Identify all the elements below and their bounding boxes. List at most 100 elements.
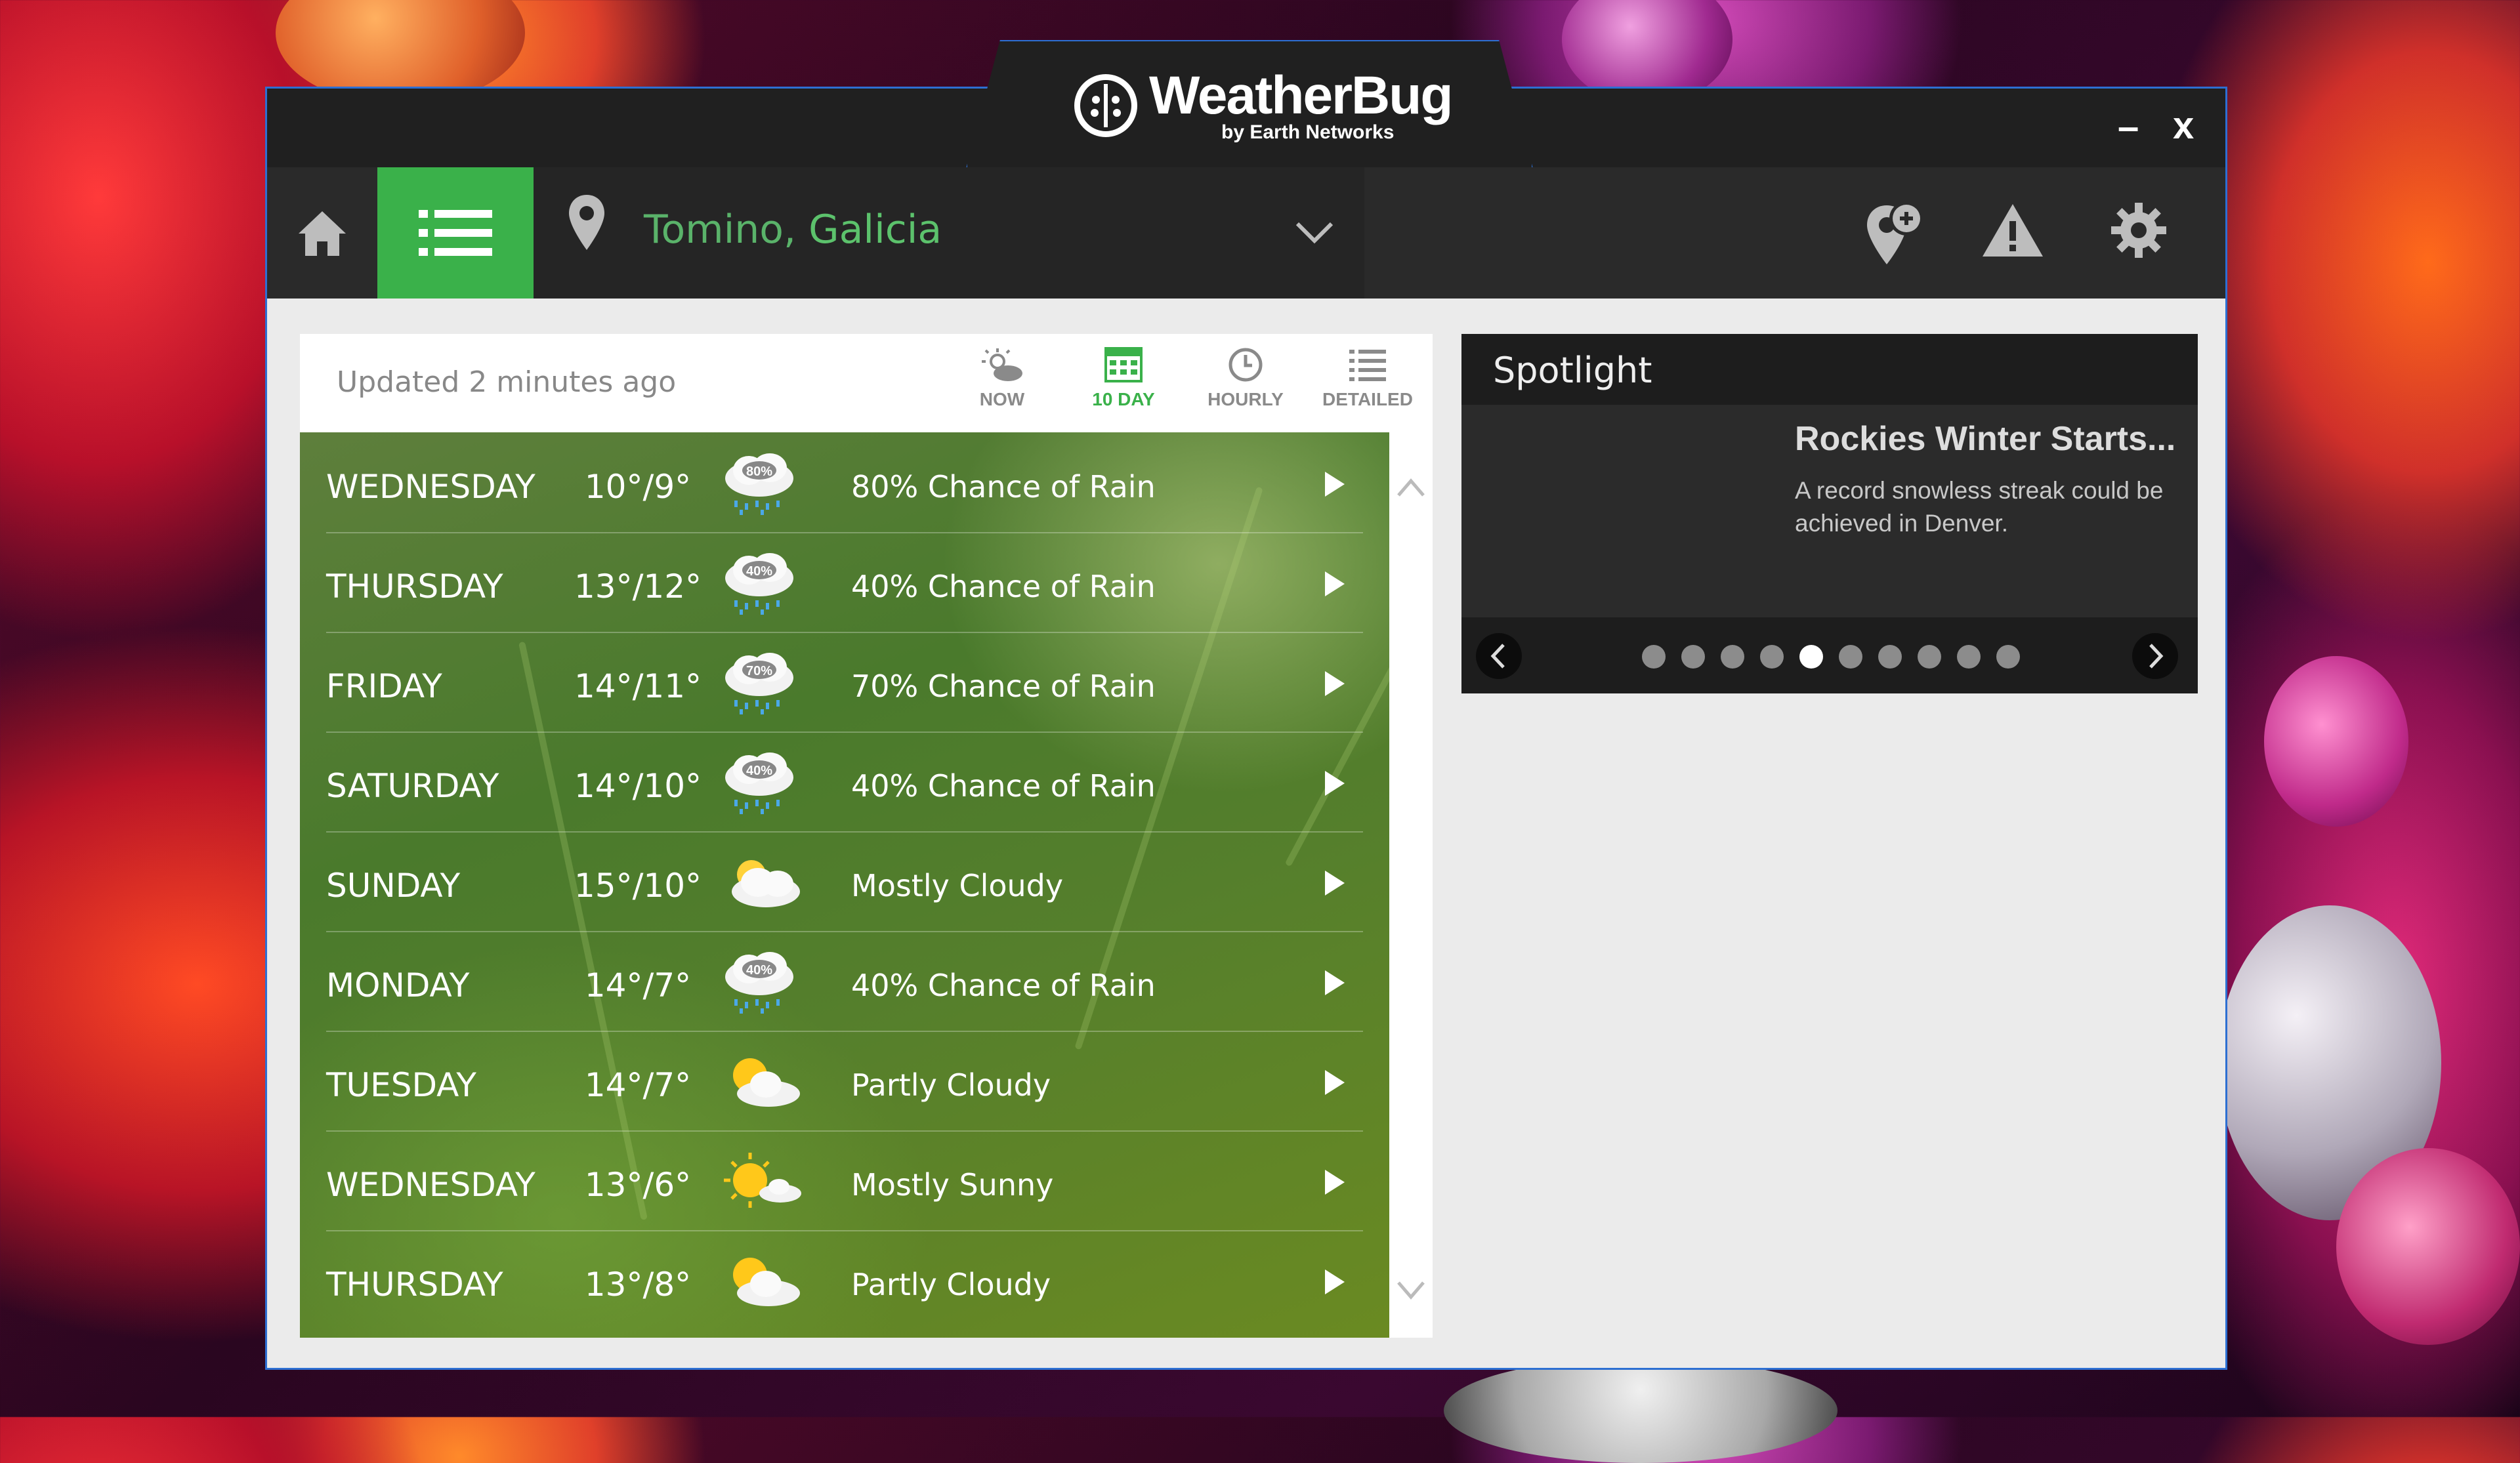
- chevron-down-icon[interactable]: [1295, 221, 1334, 245]
- mostly-sunny-icon: [724, 1153, 801, 1208]
- precip-percent: 80%: [746, 464, 772, 479]
- scroll-down-icon[interactable]: [1395, 1277, 1427, 1304]
- partly-cloudy-icon: [733, 1058, 800, 1107]
- tab-now[interactable]: NOW: [953, 347, 1051, 410]
- background-bubble: [2336, 1148, 2520, 1345]
- precip-percent: 40%: [746, 963, 772, 978]
- rain-icon: 40%: [725, 553, 793, 615]
- forecast-list: WEDNESDAY 10°/9° 80% 80% Chance of Rain …: [300, 432, 1389, 1338]
- pager-dot[interactable]: [1642, 645, 1666, 669]
- forecast-row[interactable]: THURSDAY 13°/8° Partly Cloudy: [326, 1230, 1363, 1330]
- day-name: SUNDAY: [326, 867, 461, 905]
- forecast-panel: Updated 2 minutes ago NOW 10 DAY HOURLY: [300, 334, 1433, 1338]
- tab-10-day-label: 10 DAY: [1092, 389, 1155, 409]
- clock-icon: [1228, 348, 1263, 382]
- day-name: THURSDAY: [326, 567, 503, 606]
- pager-dot[interactable]: [1918, 645, 1941, 669]
- tab-10-day[interactable]: 10 DAY: [1074, 347, 1173, 410]
- expand-arrow-icon[interactable]: [1325, 1269, 1345, 1294]
- alert-icon[interactable]: [1981, 201, 2044, 259]
- minimize-button[interactable]: –: [2118, 108, 2139, 146]
- forecast-row[interactable]: SUNDAY 15°/10° Mostly Cloudy: [326, 831, 1363, 932]
- app-logo: WeatherBug by Earth Networks: [1074, 60, 1453, 152]
- temperature: 10°/9°: [584, 468, 692, 506]
- expand-arrow-icon[interactable]: [1325, 771, 1345, 796]
- expand-arrow-icon[interactable]: [1325, 1070, 1345, 1095]
- pager-dot[interactable]: [1878, 645, 1902, 669]
- tab-detailed[interactable]: DETAILED: [1318, 347, 1417, 410]
- previous-button[interactable]: [1476, 633, 1522, 679]
- mostly-cloudy-icon: [732, 860, 800, 907]
- forecast-row[interactable]: SATURDAY 14°/10° 40% 40% Chance of Rain: [326, 732, 1363, 833]
- add-location-icon[interactable]: [1862, 199, 1925, 267]
- pager-dot[interactable]: [1721, 645, 1744, 669]
- app-window: WeatherBug by Earth Networks – x Tomino,: [265, 40, 2227, 1370]
- precip-percent: 40%: [746, 764, 772, 778]
- tab-now-label: NOW: [979, 389, 1025, 409]
- temperature: 13°/12°: [574, 567, 702, 606]
- gear-icon[interactable]: [2110, 201, 2168, 259]
- precip-percent: 70%: [746, 664, 772, 678]
- tab-hourly[interactable]: HOURLY: [1196, 347, 1295, 410]
- expand-arrow-icon[interactable]: [1325, 970, 1345, 995]
- expand-arrow-icon[interactable]: [1325, 571, 1345, 596]
- list-icon: [1349, 350, 1386, 381]
- temperature: 15°/10°: [574, 867, 702, 905]
- pager-dot[interactable]: [1681, 645, 1705, 669]
- expand-arrow-icon[interactable]: [1325, 671, 1345, 696]
- scroll-up-icon[interactable]: [1395, 474, 1427, 501]
- updated-text: Updated 2 minutes ago: [337, 365, 677, 399]
- rain-icon: 80%: [725, 453, 793, 515]
- calendar-icon: [1104, 347, 1143, 382]
- partly-cloudy-icon: [733, 1258, 800, 1306]
- logo-name: WeatherBug: [1149, 66, 1453, 125]
- expand-arrow-icon[interactable]: [1325, 871, 1345, 896]
- chevron-right-icon: [2149, 644, 2164, 669]
- temperature: 13°/6°: [584, 1166, 692, 1204]
- precip-percent: 40%: [746, 564, 772, 579]
- list-view-button[interactable]: [377, 167, 534, 299]
- forecast-row[interactable]: WEDNESDAY 10°/9° 80% 80% Chance of Rain: [326, 432, 1363, 533]
- day-name: THURSDAY: [326, 1266, 503, 1304]
- location-city: Tomino,: [644, 207, 797, 253]
- pager-dots: [1642, 645, 2020, 669]
- weatherbug-logo-icon: [1074, 74, 1137, 137]
- condition-text: 40% Chance of Rain: [851, 768, 1156, 804]
- forecast-row[interactable]: WEDNESDAY 13°/6° Mostly Sunny: [326, 1130, 1363, 1231]
- forecast-row[interactable]: FRIDAY 14°/11° 70% 70% Chance of Rain: [326, 632, 1363, 733]
- chevron-left-icon: [1490, 644, 1505, 669]
- day-name: FRIDAY: [326, 667, 442, 705]
- pager-dot[interactable]: [1760, 645, 1784, 669]
- day-name: MONDAY: [326, 966, 470, 1004]
- spotlight-description: A record snowless streak could be achiev…: [1795, 477, 2164, 537]
- list-icon: [419, 210, 492, 256]
- condition-text: Mostly Cloudy: [851, 868, 1064, 903]
- rain-icon: 70%: [725, 653, 793, 714]
- home-button[interactable]: [267, 167, 377, 299]
- expand-arrow-icon[interactable]: [1325, 1170, 1345, 1195]
- close-button[interactable]: x: [2173, 107, 2194, 145]
- partly-cloudy-icon: [982, 348, 1022, 381]
- spotlight-panel[interactable]: Spotlight Rockies Winter Starts... A rec…: [1461, 334, 2198, 693]
- location-region: Galicia: [808, 207, 942, 253]
- day-name: SATURDAY: [326, 767, 499, 805]
- logo-sub: by Earth Networks: [1221, 121, 1395, 143]
- forecast-row[interactable]: TUESDAY 14°/7° Partly Cloudy: [326, 1031, 1363, 1132]
- forecast-row[interactable]: MONDAY 14°/7° 40% 40% Chance of Rain: [326, 931, 1363, 1032]
- background-bubble: [1444, 1358, 1838, 1463]
- spotlight-header: Spotlight: [1461, 334, 2198, 405]
- next-button[interactable]: [2132, 633, 2178, 679]
- pager-dot[interactable]: [1957, 645, 1981, 669]
- pager-dot[interactable]: [1839, 645, 1862, 669]
- condition-text: 70% Chance of Rain: [851, 669, 1156, 704]
- expand-arrow-icon[interactable]: [1325, 472, 1345, 497]
- pager-dot-active[interactable]: [1799, 645, 1823, 669]
- condition-text: 80% Chance of Rain: [851, 469, 1156, 505]
- spotlight-headline[interactable]: Rockies Winter Starts...: [1795, 419, 2175, 459]
- pager-dot[interactable]: [1996, 645, 2020, 669]
- day-name: WEDNESDAY: [326, 468, 536, 506]
- temperature: 14°/7°: [584, 966, 692, 1004]
- location-selector[interactable]: Tomino, Galicia: [534, 167, 1364, 299]
- condition-text: Mostly Sunny: [851, 1167, 1054, 1203]
- forecast-row[interactable]: THURSDAY 13°/12° 40% 40% Chance of Rain: [326, 532, 1363, 633]
